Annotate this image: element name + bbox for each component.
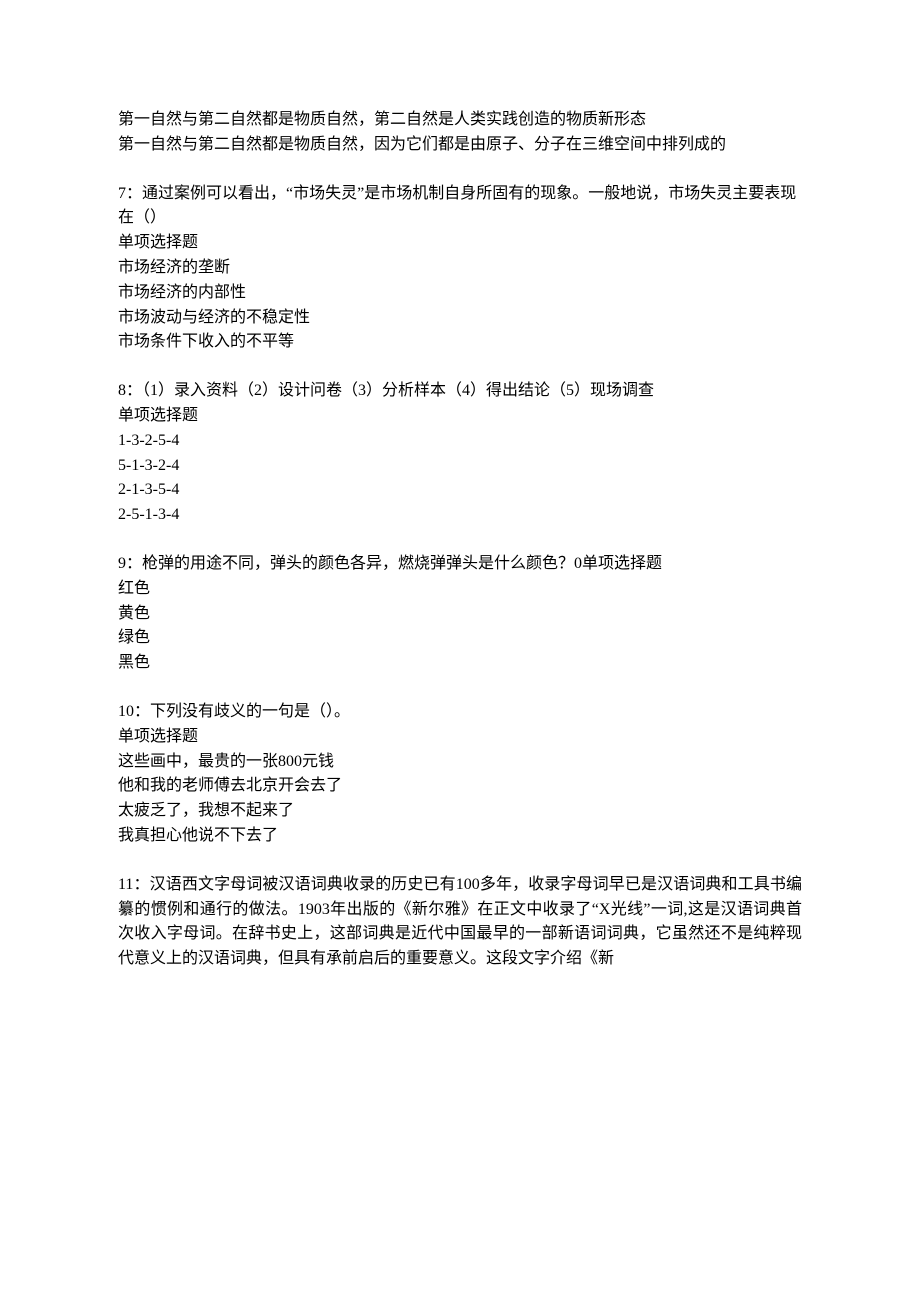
- question-10-stem: 10：下列没有歧义的一句是（）。: [118, 700, 802, 725]
- question-8-stem: 8：（1）录入资料（2）设计问卷（3）分析样本（4）得出结论（5）现场调查: [118, 379, 802, 404]
- question-7-stem: 7：通过案例可以看出，“市场失灵”是市场机制自身所固有的现象。一般地说，市场失灵…: [118, 182, 802, 232]
- question-7-option: 市场条件下收入的不平等: [118, 330, 802, 355]
- question-8-option: 5-1-3-2-4: [118, 454, 802, 479]
- question-8-option: 1-3-2-5-4: [118, 429, 802, 454]
- question-10-option: 他和我的老师傅去北京开会去了: [118, 774, 802, 799]
- question-7-option: 市场波动与经济的不稳定性: [118, 306, 802, 331]
- question-8-option: 2-5-1-3-4: [118, 503, 802, 528]
- question-10-option: 这些画中，最贵的一张800元钱: [118, 750, 802, 775]
- question-9-option: 绿色: [118, 626, 802, 651]
- question-9-option: 红色: [118, 577, 802, 602]
- question-8-option: 2-1-3-5-4: [118, 478, 802, 503]
- question-type-label: 单项选择题: [118, 231, 802, 256]
- question-9-option: 黑色: [118, 651, 802, 676]
- question-10-option: 我真担心他说不下去了: [118, 824, 802, 849]
- question-11-stem: 11：汉语西文字母词被汉语词典收录的历史已有100多年，收录字母词早已是汉语词典…: [118, 873, 802, 972]
- question-10-option: 太疲乏了，我想不起来了: [118, 799, 802, 824]
- question-type-label: 单项选择题: [118, 404, 802, 429]
- question-9-option: 黄色: [118, 602, 802, 627]
- question-7-option: 市场经济的垄断: [118, 256, 802, 281]
- question-9-stem: 9：枪弹的用途不同，弹头的颜色各异，燃烧弹弹头是什么颜色？0单项选择题: [118, 552, 802, 577]
- question-type-label: 单项选择题: [118, 725, 802, 750]
- question-6-option: 第一自然与第二自然都是物质自然，因为它们都是由原子、分子在三维空间中排列成的: [118, 133, 802, 158]
- question-6-option: 第一自然与第二自然都是物质自然，第二自然是人类实践创造的物质新形态: [118, 108, 802, 133]
- question-7-option: 市场经济的内部性: [118, 281, 802, 306]
